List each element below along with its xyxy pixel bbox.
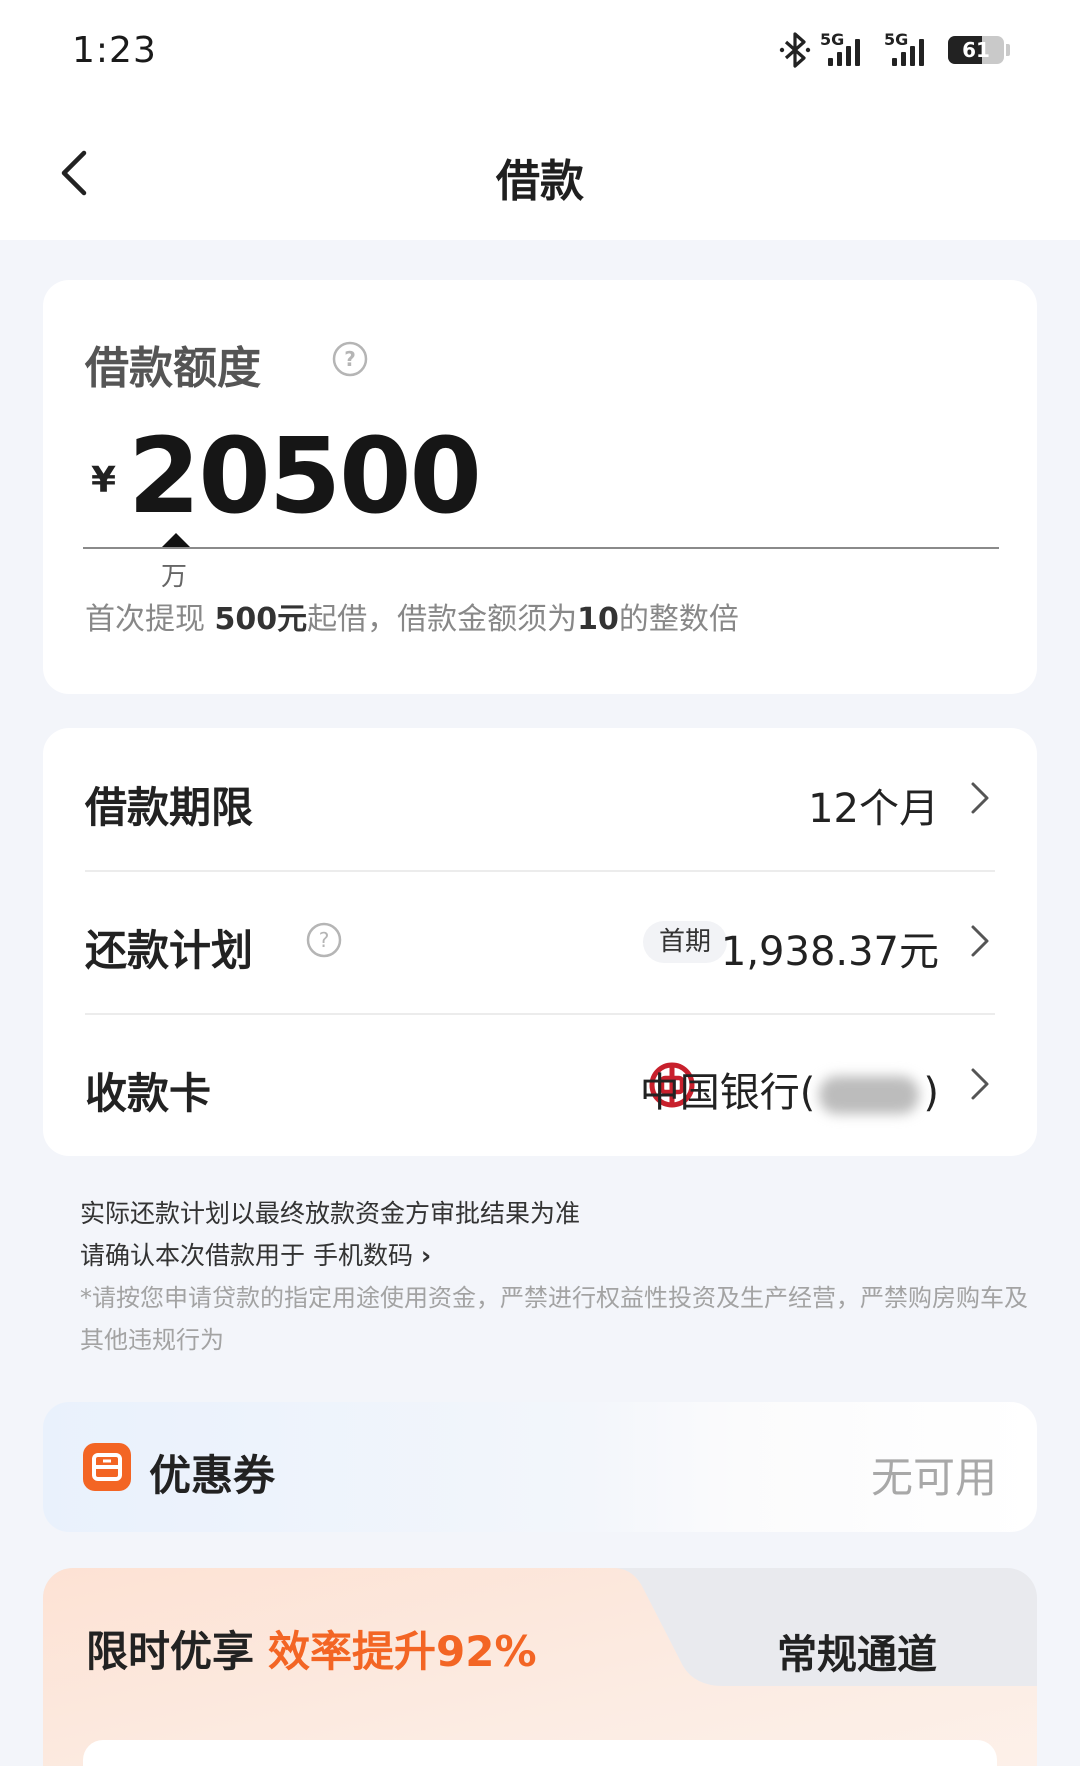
status-time: 1:23	[72, 30, 157, 71]
hint-middle: 起借，借款金额须为	[307, 602, 578, 637]
hint-prefix: 首次提现	[85, 602, 215, 637]
bank-name-prefix: 中国银行(	[639, 1070, 816, 1116]
help-icon[interactable]: ?	[331, 340, 369, 378]
loan-term-value: 12个月	[808, 786, 939, 832]
first-installment-value: 1,938.37元	[720, 929, 939, 975]
notice-disclaimer: *请按您申请贷款的指定用途使用资金，严禁进行权益性投资及生产经营，严禁购房购车及…	[80, 1284, 1028, 1354]
chevron-right-icon	[971, 782, 989, 814]
loan-amount-card: 借款额度 ? ¥ 20500 万 首次提现 500元起借，借款金额须为10的整数…	[43, 280, 1037, 694]
nav-bar: 借款	[0, 105, 1080, 240]
help-icon[interactable]: ?	[305, 921, 343, 959]
amount-hint: 首次提现 500元起借，借款金额须为10的整数倍	[85, 594, 739, 638]
amount-underline	[83, 547, 999, 549]
bank-name-suffix: )	[923, 1070, 939, 1116]
cellular-signal-icon-2: 5G	[884, 30, 940, 70]
loan-amount-label-text: 借款额度	[85, 343, 261, 394]
repayment-plan-row[interactable]: 还款计划 ? 首期 1,938.37元	[85, 871, 995, 1013]
bank-name: 中国银行()	[640, 1060, 939, 1118]
loan-purpose-link[interactable]: 请确认本次借款用于 手机数码 ›	[80, 1235, 1040, 1277]
coupon-label: 优惠券	[149, 1451, 276, 1500]
loan-term-row[interactable]: 借款期限 12个月	[85, 728, 995, 870]
chevron-right-icon	[971, 925, 989, 957]
loan-term-label: 借款期限	[85, 783, 254, 832]
channel-tabs: 常规通道 限时优享 效率提升92%	[43, 1568, 1037, 1766]
promo-content-panel	[83, 1740, 997, 1766]
hint-multiple: 10	[577, 602, 619, 637]
loan-details-card: 借款期限 12个月 还款计划 ? 首期 1,938.37元 收款卡 中国银行()	[43, 728, 1037, 1156]
loan-purpose-text: 请确认本次借款用于 手机数码	[80, 1241, 413, 1270]
notice-approval: 实际还款计划以最终放款资金方审批结果为准	[80, 1199, 581, 1228]
loan-amount-label: 借款额度 ?	[85, 332, 368, 396]
bluetooth-icon	[779, 32, 811, 68]
efficiency-highlight: 效率提升92%	[268, 1627, 537, 1676]
limited-offer-text: 限时优享	[86, 1627, 255, 1676]
loan-notice: 实际还款计划以最终放款资金方审批结果为准 请确认本次借款用于 手机数码 › *请…	[80, 1193, 1040, 1361]
unit-marker: 万	[161, 562, 188, 592]
limited-offer-label: 限时优享 效率提升92%	[86, 1618, 537, 1679]
svg-text:?: ?	[319, 928, 330, 952]
hint-min-amount: 500元	[214, 602, 308, 637]
svg-text:?: ?	[344, 347, 356, 371]
hint-suffix: 的整数倍	[618, 602, 739, 637]
chevron-right-small-icon: ›	[420, 1241, 432, 1270]
currency-symbol: ¥	[91, 460, 117, 501]
coupon-icon	[83, 1443, 131, 1491]
tab-limited-offer[interactable]: 限时优享 效率提升92%	[43, 1568, 1037, 1766]
chevron-right-icon	[971, 1068, 989, 1100]
battery-icon: 61	[948, 36, 1004, 64]
unit-caret-icon	[162, 533, 190, 547]
status-icons: 5G 5G 61	[778, 28, 1010, 72]
receiving-card-row[interactable]: 收款卡 中国银行()	[85, 1014, 995, 1156]
masked-card-number	[819, 1076, 920, 1114]
coupon-status: 无可用	[870, 1453, 997, 1502]
loan-amount-input[interactable]: 20500	[128, 415, 482, 537]
battery-percent: 61	[962, 38, 990, 62]
status-bar: 1:23 5G 5G 61	[0, 0, 1080, 105]
receiving-card-label: 收款卡	[85, 1069, 212, 1118]
battery-tip	[1006, 44, 1010, 56]
cellular-signal-icon: 5G	[820, 30, 876, 70]
coupon-row[interactable]: 优惠券 无可用	[43, 1402, 1037, 1532]
repayment-plan-label: 还款计划	[85, 926, 254, 975]
first-installment-badge: 首期	[642, 921, 727, 963]
page-title: 借款	[496, 156, 584, 207]
